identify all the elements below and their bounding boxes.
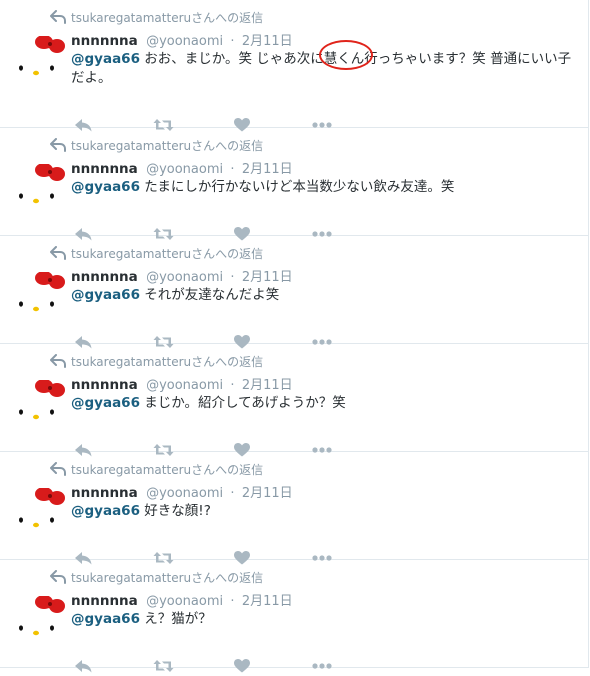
in-reply-to-label: tsukaregatamatteruさんへの返信 [71,354,264,369]
author-handle[interactable]: @yoonaomi [146,378,223,393]
tweet-card[interactable]: tsukaregatamatteruさんへの返信 nnnnnna @yoonao… [0,560,589,673]
in-reply-to-context[interactable]: tsukaregatamatteruさんへの返信 [50,137,263,153]
in-reply-to-context[interactable]: tsukaregatamatteruさんへの返信 [50,461,263,477]
tweet-header: nnnnnna @yoonaomi · 2月11日 [71,266,293,285]
tweet-timestamp[interactable]: 2月11日 [242,34,293,49]
like-button[interactable] [233,656,251,676]
author-name[interactable]: nnnnnna [71,33,138,49]
tweet-header: nnnnnna @yoonaomi · 2月11日 [71,374,293,393]
separator-dot: · [230,378,235,393]
in-reply-to-context[interactable]: tsukaregatamatteruさんへの返信 [50,245,263,261]
separator-dot: · [230,270,235,285]
tweet-timestamp[interactable]: 2月11日 [242,162,293,177]
reply-arrow-icon [50,354,66,368]
separator-dot: · [230,594,235,609]
hello-kitty-avatar-icon [14,271,73,325]
mention-link[interactable]: @gyaa66 [71,51,140,67]
tweet-card[interactable]: tsukaregatamatteruさんへの返信 nnnnnna @yoonao… [0,236,589,349]
in-reply-to-label: tsukaregatamatteruさんへの返信 [71,570,264,585]
hello-kitty-avatar-icon [14,487,73,541]
tweet-card[interactable]: tsukaregatamatteruさんへの返信 nnnnnna @yoonao… [0,452,589,565]
separator-dot: · [230,34,235,49]
mention-link[interactable]: @gyaa66 [71,503,140,519]
hello-kitty-avatar-icon [14,595,73,649]
hello-kitty-avatar-icon [14,35,73,89]
retweet-button[interactable] [152,656,174,676]
separator-dot: · [230,486,235,501]
in-reply-to-label: tsukaregatamatteruさんへの返信 [71,462,264,477]
tweet-body: まじか。紹介してあげようか？笑 [144,395,346,411]
in-reply-to-context[interactable]: tsukaregatamatteruさんへの返信 [50,9,263,25]
tweet-card[interactable]: tsukaregatamatteruさんへの返信 nnnnnna @yoonao… [0,344,589,457]
in-reply-to-label: tsukaregatamatteruさんへの返信 [71,10,264,25]
hello-kitty-avatar-icon [14,163,73,217]
mention-link[interactable]: @gyaa66 [71,611,140,627]
avatar[interactable] [14,595,73,649]
more-button[interactable] [311,656,333,676]
avatar[interactable] [14,35,73,89]
heart-icon [234,659,250,673]
mention-link[interactable]: @gyaa66 [71,395,140,411]
tweet-card[interactable]: tsukaregatamatteruさんへの返信 nnnnnna @yoonao… [0,128,589,241]
avatar[interactable] [14,379,73,433]
author-handle[interactable]: @yoonaomi [146,270,223,285]
in-reply-to-label: tsukaregatamatteruさんへの返信 [71,246,264,261]
tweet-text: @gyaa66 好きな顔!? [71,502,576,521]
reply-arrow-icon [50,462,66,476]
in-reply-to-label: tsukaregatamatteruさんへの返信 [71,138,264,153]
tweet-text: @gyaa66 え？猫が？ [71,610,576,629]
reply-arrow-icon [50,10,66,24]
in-reply-to-context[interactable]: tsukaregatamatteruさんへの返信 [50,569,263,585]
hello-kitty-avatar-icon [14,379,73,433]
author-handle[interactable]: @yoonaomi [146,486,223,501]
tweet-text: @gyaa66 たまにしか行かないけど本当数少ない飲み友達。笑 [71,178,576,197]
tweet-text: @gyaa66 それが友達なんだよ笑 [71,286,576,305]
author-name[interactable]: nnnnnna [71,269,138,285]
avatar[interactable] [14,271,73,325]
tweet-body: おお、まじか。笑 じゃあ次に慧くん行っちゃいます？笑 普通にいい子だよ。 [71,51,572,86]
tweet-header: nnnnnna @yoonaomi · 2月11日 [71,30,293,49]
author-name[interactable]: nnnnnna [71,161,138,177]
tweet-header: nnnnnna @yoonaomi · 2月11日 [71,158,293,177]
author-name[interactable]: nnnnnna [71,377,138,393]
separator-dot: · [230,162,235,177]
mention-link[interactable]: @gyaa66 [71,179,140,195]
tweet-actions [73,656,373,676]
author-handle[interactable]: @yoonaomi [146,162,223,177]
tweet-header: nnnnnna @yoonaomi · 2月11日 [71,482,293,501]
tweet-header: nnnnnna @yoonaomi · 2月11日 [71,590,293,609]
in-reply-to-context[interactable]: tsukaregatamatteruさんへの返信 [50,353,263,369]
author-name[interactable]: nnnnnna [71,485,138,501]
tweet-body: たまにしか行かないけど本当数少ない飲み友達。笑 [144,179,455,195]
tweet-text: @gyaa66 おお、まじか。笑 じゃあ次に慧くん行っちゃいます？笑 普通にいい… [71,50,576,88]
reply-button[interactable] [73,656,93,676]
reply-arrow-icon [50,246,66,260]
avatar[interactable] [14,163,73,217]
more-icon [312,663,332,669]
tweet-timestamp[interactable]: 2月11日 [242,378,293,393]
tweet-timestamp[interactable]: 2月11日 [242,270,293,285]
tweet-body: 好きな顔!? [144,503,211,519]
tweet-timestamp[interactable]: 2月11日 [242,594,293,609]
reply-icon [74,659,91,672]
author-handle[interactable]: @yoonaomi [146,594,223,609]
timeline: tsukaregatamatteruさんへの返信 nnnnnna @yoonao… [0,0,589,673]
tweet-timestamp[interactable]: 2月11日 [242,486,293,501]
reply-arrow-icon [50,138,66,152]
reply-arrow-icon [50,570,66,584]
mention-link[interactable]: @gyaa66 [71,287,140,303]
tweet-card[interactable]: tsukaregatamatteruさんへの返信 nnnnnna @yoonao… [0,0,589,132]
retweet-icon [153,660,173,672]
tweet-body: それが友達なんだよ笑 [144,287,280,303]
tweet-body: え？猫が？ [144,611,212,627]
tweet-text: @gyaa66 まじか。紹介してあげようか？笑 [71,394,576,413]
author-handle[interactable]: @yoonaomi [146,34,223,49]
author-name[interactable]: nnnnnna [71,593,138,609]
avatar[interactable] [14,487,73,541]
